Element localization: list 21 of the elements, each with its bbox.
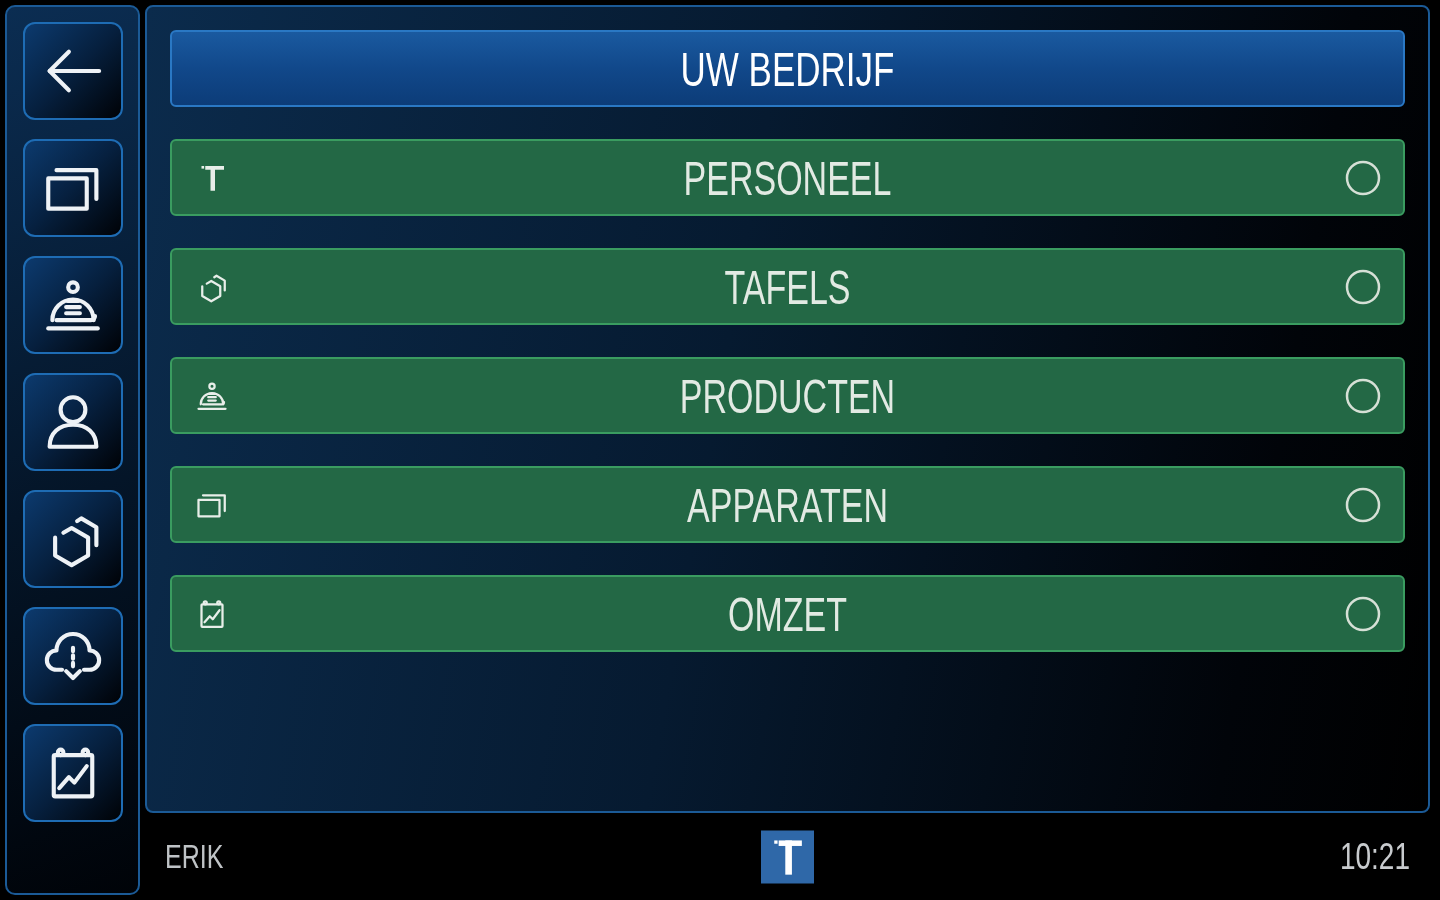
user-name: ERIK	[165, 839, 224, 874]
logo-icon	[761, 829, 814, 884]
radio-button[interactable]	[1345, 377, 1381, 414]
radio-button[interactable]	[1345, 159, 1381, 196]
menu-item[interactable]: APPARATEN	[170, 466, 1405, 543]
sidebar-button[interactable]	[22, 724, 123, 822]
menu-item[interactable]: PRODUCTEN	[170, 357, 1405, 434]
sidebar-button[interactable]	[22, 22, 123, 120]
menu-item[interactable]: PERSONEEL	[170, 139, 1405, 216]
clock-time: 10:21	[1339, 838, 1410, 875]
radio-button[interactable]	[1345, 268, 1381, 305]
menu-item[interactable]: OMZET	[170, 575, 1405, 652]
radio-button[interactable]	[1345, 595, 1381, 632]
menu-item[interactable]: TAFELS	[170, 248, 1405, 325]
radio-button[interactable]	[1345, 486, 1381, 523]
sidebar-button[interactable]	[22, 256, 123, 354]
page-title: UW BEDRIJF	[170, 30, 1405, 107]
sidebar-button[interactable]	[22, 139, 123, 237]
sidebar-button[interactable]	[22, 373, 123, 471]
sidebar-button[interactable]	[22, 490, 123, 588]
sidebar-button[interactable]	[22, 607, 123, 705]
